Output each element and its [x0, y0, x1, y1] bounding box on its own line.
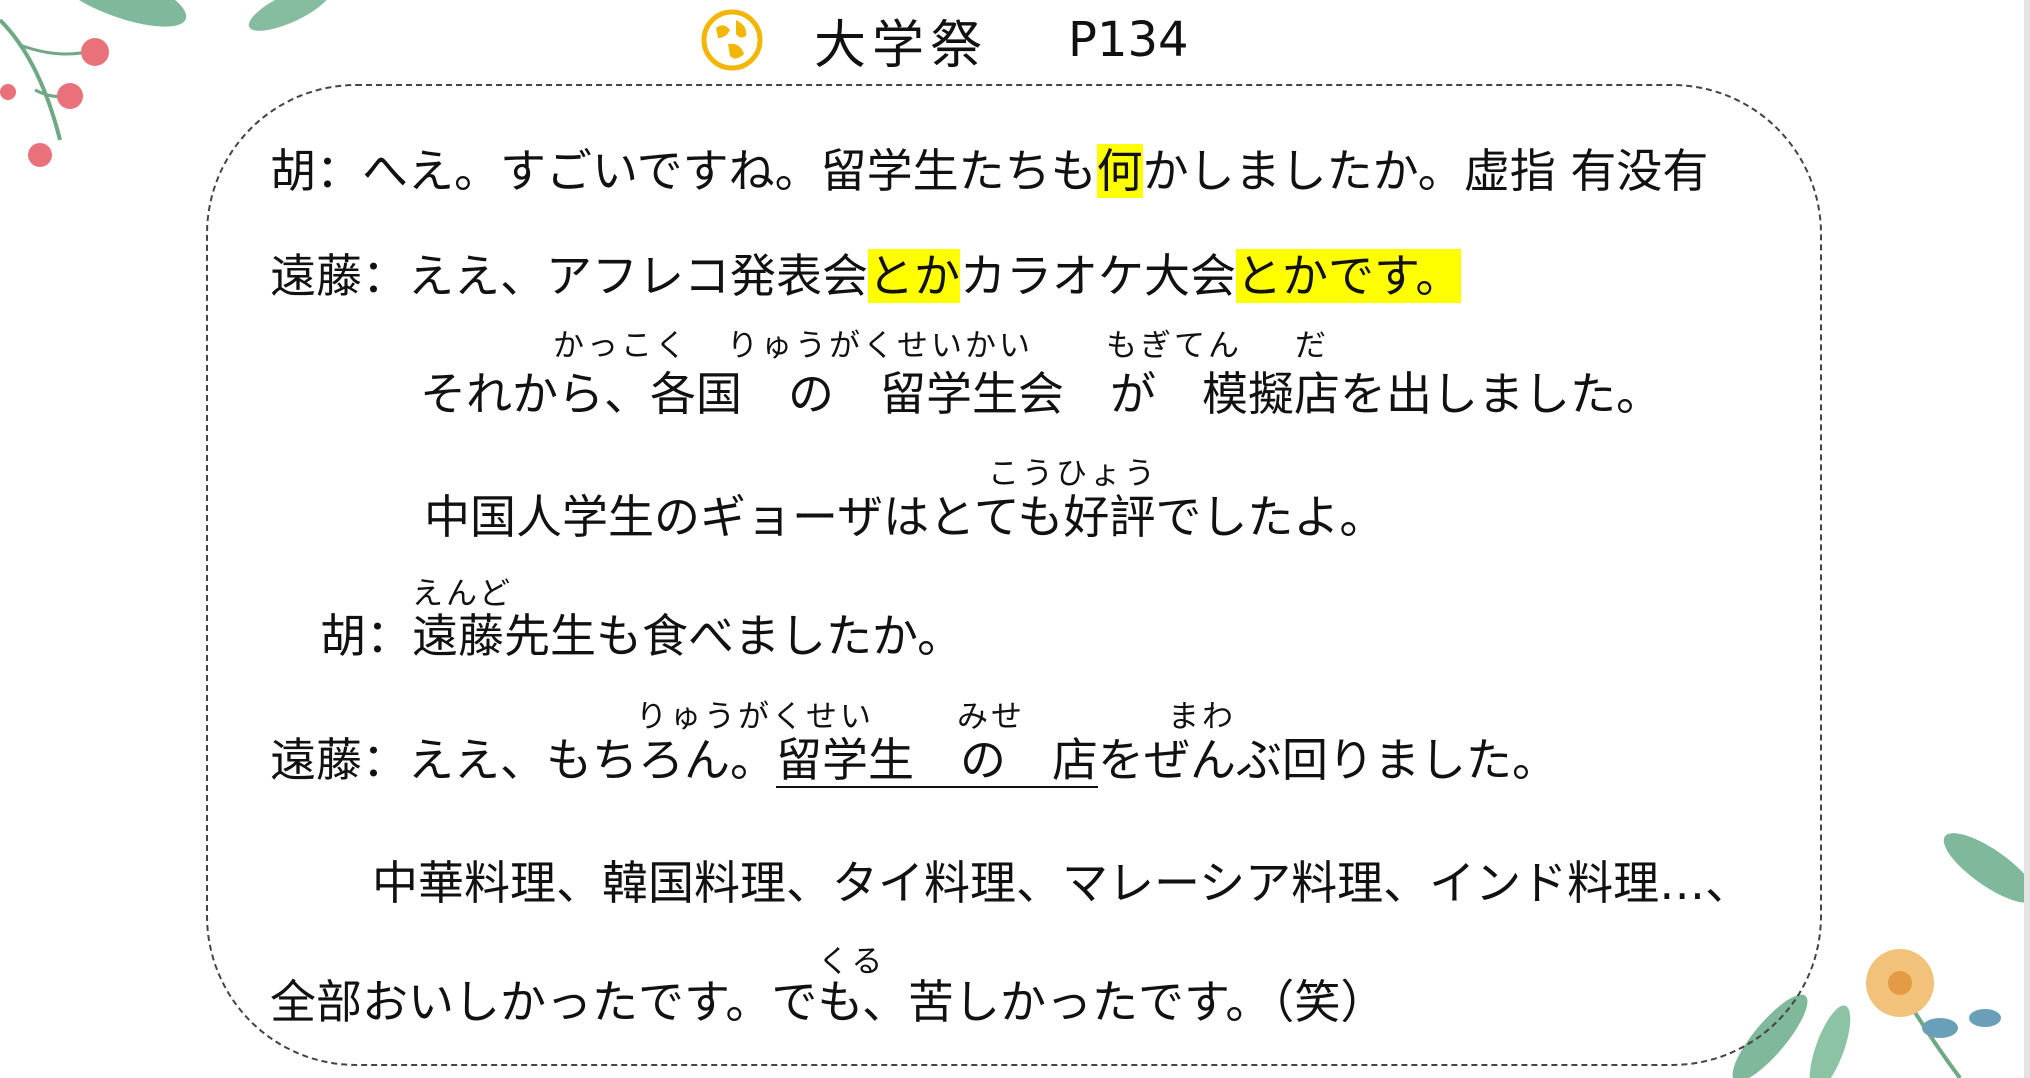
dialogue-text: 遠藤先生も食べましたか。 — [412, 609, 964, 663]
dialogue-text: 中華料理、韓国料理、タイ料理、マレーシア料理、インド料理…、 — [372, 856, 1752, 910]
dialogue-line-2: 遠藤：ええ、アフレコ発表会とかカラオケ大会とかです。 — [270, 249, 1462, 304]
dialogue-line-1: 胡：へえ。すごいですね。留学生たちも何かしましたか。虚指 有没有 — [270, 144, 1708, 199]
highlighted-phrase: とか — [868, 249, 960, 303]
dialogue-line-6: 遠藤：ええ、もちろん。留学生 の 店をぜんぶ回りました。 — [270, 733, 1558, 788]
speaker-label: 胡： — [320, 609, 412, 663]
dialogue-text: ええ、もちろん。 — [408, 733, 776, 787]
globe-icon — [701, 9, 763, 71]
furigana-ryugakusei: りゅうがくせい — [636, 699, 874, 735]
page-edge — [2024, 0, 2030, 1078]
furigana-ryugakuseikai: りゅうがくせいかい — [727, 328, 1033, 364]
dialogue-text: それから、各国 の 留学生会 が 模擬店を出しました。 — [420, 367, 1662, 421]
page-number: P134 — [1068, 12, 1189, 68]
dialogue-line-4: 中国人学生のギョーザはとても好評でしたよ。 — [424, 490, 1385, 545]
furigana-kakkoku: かっこく — [553, 328, 689, 364]
furigana-mise: みせ — [957, 699, 1025, 735]
furigana-kouhyou: こうひょう — [988, 456, 1158, 492]
speaker-label: 遠藤： — [270, 249, 408, 303]
furigana-da: だ — [1295, 328, 1329, 364]
dialogue-text: ええ、アフレコ発表会 — [408, 249, 868, 303]
highlighted-word: 何 — [1096, 144, 1143, 198]
speaker-label: 胡： — [270, 144, 362, 198]
lesson-title: 大学祭 — [814, 15, 989, 76]
furigana-endo: えんど — [412, 576, 514, 612]
dialogue-line-7: 中華料理、韓国料理、タイ料理、マレーシア料理、インド料理…、 — [372, 856, 1751, 911]
furigana-mogiten: もぎてん — [1106, 328, 1242, 364]
dialogue-text: をぜんぶ回りました。 — [1098, 733, 1558, 787]
dialogue-line-5: 胡：遠藤先生も食べましたか。 — [320, 609, 963, 664]
dialogue-text: 中国人学生のギョーザはとても好評でしたよ。 — [424, 490, 1386, 544]
slide-header: 大学祭 P134 — [700, 0, 1189, 80]
underlined-phrase: 留学生 の 店 — [776, 733, 1098, 787]
furigana-mawa: まわ — [1168, 699, 1236, 735]
dialogue-text: 全部おいしかったです。でも、苦しかったです。（笑） — [270, 975, 1387, 1029]
dialogue-line-3: それから、各国 の 留学生会 が 模擬店を出しました。 — [420, 367, 1662, 422]
highlighted-phrase: とかです。 — [1236, 249, 1462, 303]
dialogue-text: カラオケ大会 — [960, 249, 1236, 303]
dialogue-line-8: 全部おいしかったです。でも、苦しかったです。（笑） — [270, 975, 1386, 1030]
speaker-label: 遠藤： — [270, 733, 408, 787]
dialogue-text: へえ。すごいですね。留学生たちも — [362, 144, 1097, 198]
dialogue-text: かしましたか。虚指 有没有 — [1142, 144, 1709, 198]
